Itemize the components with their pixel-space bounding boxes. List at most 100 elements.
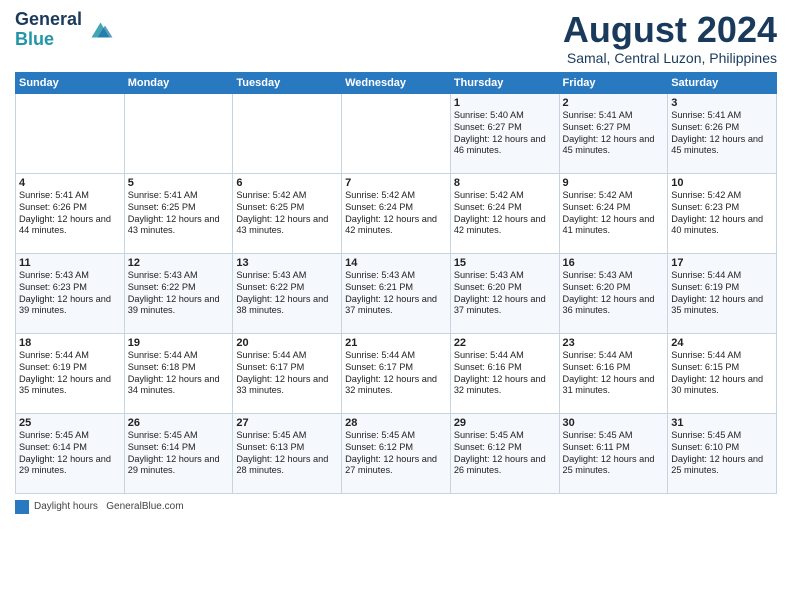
day-info: Daylight: 12 hours and 26 minutes. [454,454,556,478]
day-info: Daylight: 12 hours and 33 minutes. [236,374,338,398]
day-info: Sunset: 6:19 PM [671,282,773,294]
day-number: 20 [236,337,338,349]
day-info: Daylight: 12 hours and 37 minutes. [345,294,447,318]
day-info: Sunrise: 5:40 AM [454,110,556,122]
calendar-header: SundayMondayTuesdayWednesdayThursdayFrid… [16,72,777,93]
day-info: Sunrise: 5:41 AM [671,110,773,122]
day-number: 31 [671,417,773,429]
day-number: 19 [128,337,230,349]
day-info: Sunset: 6:26 PM [19,202,121,214]
day-cell: 9Sunrise: 5:42 AMSunset: 6:24 PMDaylight… [559,173,668,253]
day-number: 25 [19,417,121,429]
day-info: Daylight: 12 hours and 30 minutes. [671,374,773,398]
day-info: Sunset: 6:16 PM [563,362,665,374]
day-number: 18 [19,337,121,349]
day-info: Sunrise: 5:43 AM [563,270,665,282]
day-cell: 13Sunrise: 5:43 AMSunset: 6:22 PMDayligh… [233,253,342,333]
day-info: Sunrise: 5:45 AM [128,430,230,442]
week-row: 11 Sunrise: 5:43 AM Sunset: 6:23 PM Dayligh… [16,253,777,333]
header: GeneralBlue August 2024 Samal, Central L… [15,10,777,66]
day-info: Sunset: 6:15 PM [671,362,773,374]
day-info: Sunrise: 5:42 AM [454,190,556,202]
calendar-table: SundayMondayTuesdayWednesdayThursdayFrid… [15,72,777,494]
day-info: Daylight: 12 hours and 32 minutes. [345,374,447,398]
day-info: Sunrise: 5:44 AM [671,270,773,282]
day-info: Daylight: 12 hours and 40 minutes. [671,214,773,238]
day-info: Sunset: 6:13 PM [236,442,338,454]
day-number: 7 [345,177,447,189]
header-cell: Sunday [16,72,125,93]
header-row: SundayMondayTuesdayWednesdayThursdayFrid… [16,72,777,93]
day-number: 2 [563,97,665,109]
day-info: Daylight: 12 hours and 29 minutes. [128,454,230,478]
day-number: 11 [19,257,121,269]
day-cell: 4Sunrise: 5:41 AMSunset: 6:26 PMDaylight… [16,173,125,253]
day-info: Sunrise: 5:44 AM [128,350,230,362]
day-number: 4 [19,177,121,189]
day-number: 8 [454,177,556,189]
page: GeneralBlue August 2024 Samal, Central L… [0,0,792,524]
day-info: Sunset: 6:26 PM [671,122,773,134]
day-cell [342,93,451,173]
week-row: 18Sunrise: 5:44 AMSunset: 6:19 PMDayligh… [16,333,777,413]
week-row: 4Sunrise: 5:41 AMSunset: 6:26 PMDaylight… [16,173,777,253]
day-cell: 1Sunrise: 5:40 AMSunset: 6:27 PMDaylight… [450,93,559,173]
day-cell: 25Sunrise: 5:45 AMSunset: 6:14 PMDayligh… [16,413,125,493]
day-cell: 28Sunrise: 5:45 AMSunset: 6:12 PMDayligh… [342,413,451,493]
day-info: Daylight: 12 hours and 44 minutes. [19,214,121,238]
day-number: 12 [128,257,230,269]
credit: GeneralBlue.com [106,501,183,512]
logo-text: GeneralBlue [15,10,82,50]
day-number: 14 [345,257,447,269]
day-info: Sunset: 6:17 PM [236,362,338,374]
day-info: Sunset: 6:23 PM [19,282,121,294]
day-info: Daylight: 12 hours and 27 minutes. [345,454,447,478]
day-info: Sunrise: 5:41 AM [128,190,230,202]
day-info: Sunset: 6:18 PM [128,362,230,374]
day-info: Sunrise: 5:45 AM [19,430,121,442]
day-info: Sunset: 6:25 PM [236,202,338,214]
day-info: Sunset: 6:23 PM [671,202,773,214]
day-cell: 19Sunrise: 5:44 AMSunset: 6:18 PMDayligh… [124,333,233,413]
week-row: 25Sunrise: 5:45 AMSunset: 6:14 PMDayligh… [16,413,777,493]
day-info: Sunrise: 5:44 AM [345,350,447,362]
legend-label: Daylight hours [34,501,98,512]
day-info: Daylight: 12 hours and 36 minutes. [563,294,665,318]
day-info: Daylight: 12 hours and 29 minutes. [19,454,121,478]
location: Samal, Central Luzon, Philippines [563,50,777,66]
day-number: 5 [128,177,230,189]
logo: GeneralBlue [15,10,114,50]
day-number: 26 [128,417,230,429]
header-cell: Tuesday [233,72,342,93]
day-number: 9 [563,177,665,189]
day-info: Sunset: 6:24 PM [345,202,447,214]
day-number: 3 [671,97,773,109]
day-cell: 31Sunrise: 5:45 AMSunset: 6:10 PMDayligh… [668,413,777,493]
day-info: Daylight: 12 hours and 37 minutes. [454,294,556,318]
day-info: Daylight: 12 hours and 43 minutes. [236,214,338,238]
day-info: Sunset: 6:24 PM [563,202,665,214]
day-info: Daylight: 12 hours and 42 minutes. [454,214,556,238]
header-cell: Monday [124,72,233,93]
day-info: Sunrise: 5:45 AM [236,430,338,442]
legend-box [15,500,29,514]
day-cell: 8Sunrise: 5:42 AMSunset: 6:24 PMDaylight… [450,173,559,253]
day-info: Sunset: 6:14 PM [19,442,121,454]
day-cell: 20Sunrise: 5:44 AMSunset: 6:17 PMDayligh… [233,333,342,413]
day-info: Sunset: 6:24 PM [454,202,556,214]
day-cell: 14Sunrise: 5:43 AMSunset: 6:21 PMDayligh… [342,253,451,333]
day-cell: 10Sunrise: 5:42 AMSunset: 6:23 PMDayligh… [668,173,777,253]
header-cell: Friday [559,72,668,93]
day-cell [233,93,342,173]
footer: Daylight hours GeneralBlue.com [15,500,777,514]
day-cell: 23Sunrise: 5:44 AMSunset: 6:16 PMDayligh… [559,333,668,413]
day-number: 23 [563,337,665,349]
day-info: Sunrise: 5:41 AM [563,110,665,122]
day-info: Sunset: 6:20 PM [563,282,665,294]
day-cell [16,93,125,173]
week-row: 1Sunrise: 5:40 AMSunset: 6:27 PMDaylight… [16,93,777,173]
day-info: Sunset: 6:11 PM [563,442,665,454]
day-info: Daylight: 12 hours and 35 minutes. [19,374,121,398]
day-number: 28 [345,417,447,429]
day-info: Sunrise: 5:44 AM [671,350,773,362]
